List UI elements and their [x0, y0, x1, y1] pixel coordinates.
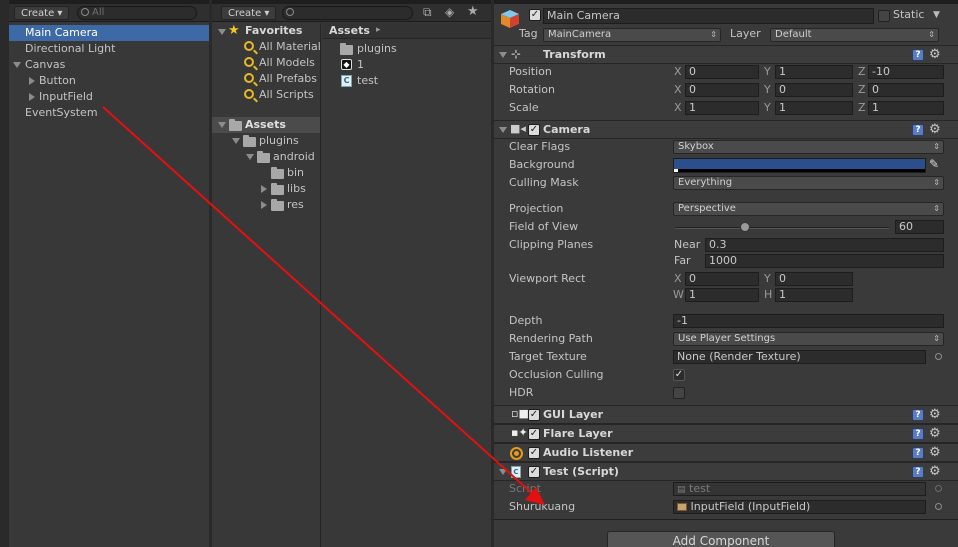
annotation-arrow [102, 106, 545, 505]
